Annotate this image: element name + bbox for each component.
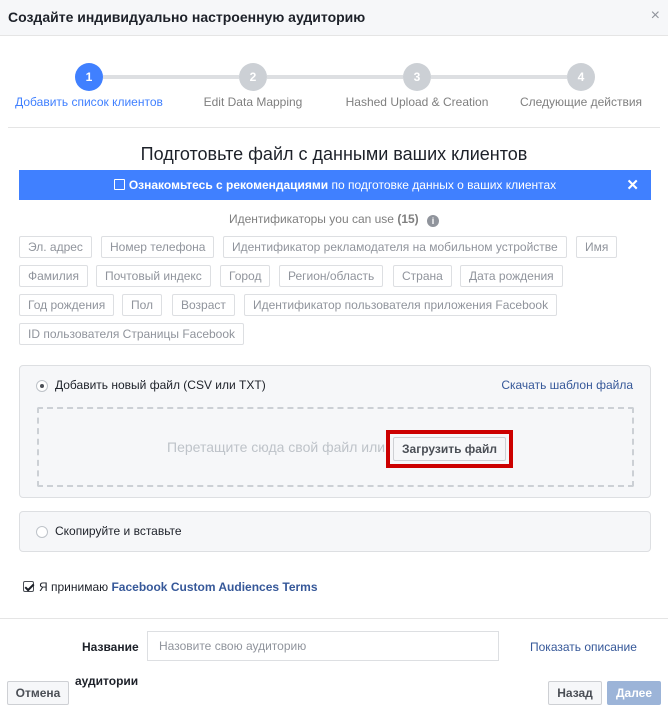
identifiers-label: Идентификаторы you can use [228,212,394,226]
banner-link[interactable]: Ознакомьтесь с рекомендациями [129,178,328,192]
step-2-indicator: 2 [239,63,267,91]
section-title: Подготовьте файл с данными ваших клиенто… [140,144,528,164]
identifier-tag: Год рождения [19,294,115,316]
identifier-tag: Имя [576,236,618,258]
identifier-tag: Фамилия [19,265,88,287]
identifier-tag: Почтовый индекс [96,265,211,287]
step-4-indicator: 4 [567,63,595,91]
terms-checkbox[interactable] [23,581,34,592]
cancel-button[interactable]: Отмена [7,681,69,705]
identifier-tag: Страна [393,265,452,287]
info-icon[interactable]: i [427,215,440,227]
next-button[interactable]: Далее [607,681,661,705]
step-1-label: Добавить список клиентов [15,95,163,109]
copy-paste-option-label[interactable]: Скопируйте и вставьте [55,524,182,538]
upload-file-panel: Добавить новый файл (CSV или TXT) Скачат… [19,365,651,498]
terms-link[interactable]: Facebook Custom Audiences Terms [111,580,317,594]
create-audience-dialog: Создайте индивидуально настроенную аудит… [0,0,668,710]
back-button[interactable]: Назад [548,681,602,705]
upload-file-button[interactable]: Загрузить файл [393,437,506,461]
identifier-tag: Регион/область [279,265,384,287]
step-3-label: Hashed Upload & Creation [345,95,489,109]
dialog-title: Создайте индивидуально настроенную аудит… [8,9,366,25]
recommendations-banner[interactable]: Ознакомьтесь с рекомендациями по подгото… [19,170,651,200]
audience-name-input[interactable] [147,631,499,661]
identifiers-count: (15) [397,212,419,226]
copy-paste-radio[interactable] [36,526,48,538]
step-connector [103,75,239,79]
upload-file-option-label[interactable]: Добавить новый файл (CSV или TXT) [55,378,266,392]
banner-text[interactable]: Ознакомьтесь с рекомендациями по подгото… [19,178,651,192]
identifier-tag: Дата рождения [460,265,563,287]
upload-file-radio[interactable] [36,380,48,392]
close-icon[interactable]: × [651,8,660,24]
exit-icon [113,179,125,190]
identifiers-header: Идентификаторы you can use (15) i [0,212,668,227]
terms-prefix: Я принимаю [39,580,112,594]
audience-name-label: Название [82,640,139,654]
identifier-tag: ID пользователя Страницы Facebook [19,323,245,345]
identifier-tag: Идентификатор пользователя приложения Fa… [244,294,558,316]
audience-name-label-cont: аудитории [75,674,139,688]
drop-hint: Перетащите сюда свой файл или [167,439,386,455]
step-connector [267,75,403,79]
show-description-link[interactable]: Показать описание [530,640,637,654]
progress-steps: 1 2 3 4 Добавить список клиентов Edit Da… [0,60,668,112]
identifier-tag: Пол [122,294,163,316]
identifier-tag: Идентификатор рекламодателя на мобильном… [223,236,567,258]
divider [8,127,660,128]
identifier-tag: Эл. адрес [19,236,92,258]
dialog-footer: Название аудитории Показать описание Отм… [0,618,668,710]
dialog-header: Создайте индивидуально настроенную аудит… [0,0,668,36]
banner-close-icon[interactable]: ✕ [626,176,639,194]
step-2-label: Edit Data Mapping [203,95,303,109]
banner-rest: по подготовке данных о ваших клиентах [328,178,557,192]
step-1-indicator: 1 [75,63,103,91]
identifier-tag: Город [220,265,271,287]
step-3-indicator: 3 [403,63,431,91]
step-connector [431,75,567,79]
terms-text: Я принимаю Facebook Custom Audiences Ter… [39,580,318,594]
step-4-label: Следующие действия [519,95,643,109]
copy-paste-panel: Скопируйте и вставьте [19,511,651,552]
identifier-tag: Возраст [172,294,235,316]
identifier-tag: Номер телефона [101,236,215,258]
download-template-link[interactable]: Скачать шаблон файла [501,378,633,392]
file-dropzone[interactable]: Перетащите сюда свой файл или Загрузить … [37,407,634,487]
upload-button-highlight: Загрузить файл [386,430,513,468]
